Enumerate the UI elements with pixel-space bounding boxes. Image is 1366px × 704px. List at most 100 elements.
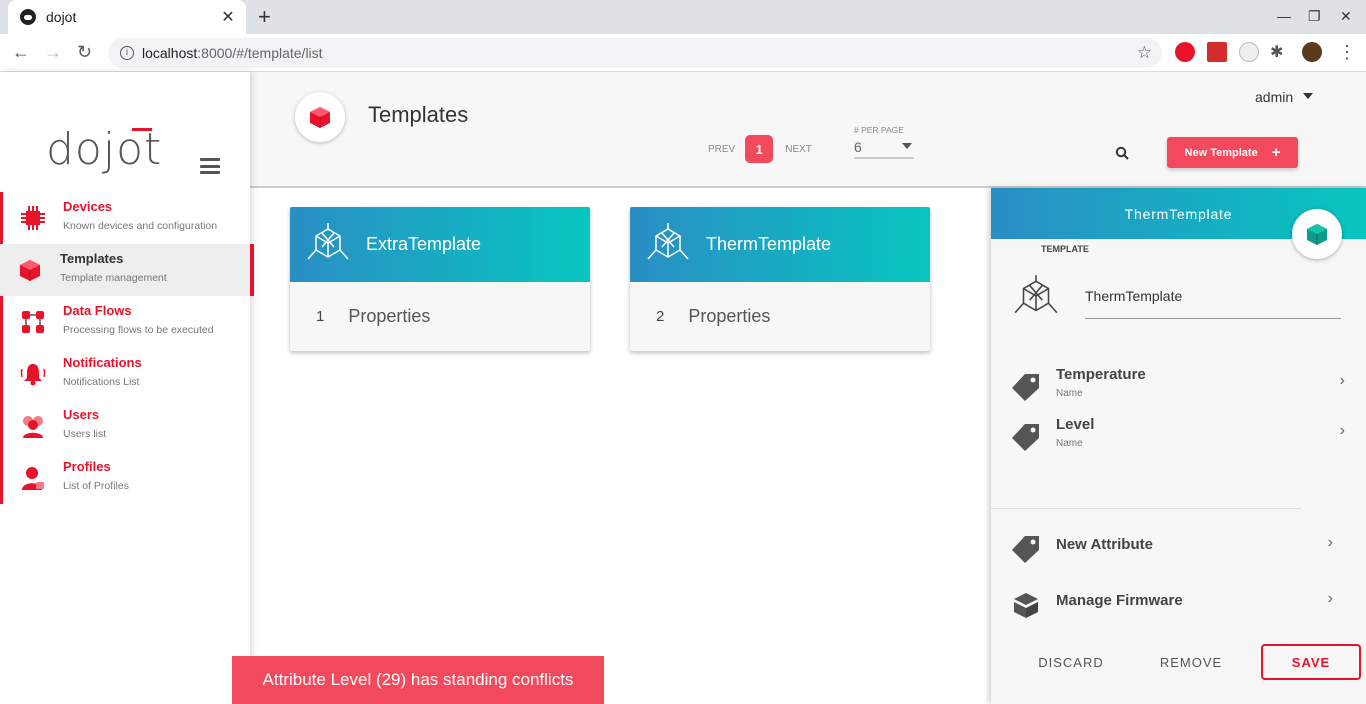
attribute-sub: Name <box>1056 438 1083 449</box>
chevron-right-icon: › <box>1339 422 1345 439</box>
extension-icon[interactable] <box>1207 42 1227 62</box>
sidebar-item-label: Notifications <box>63 355 142 370</box>
browser-tab[interactable]: dojot ✕ <box>8 0 246 34</box>
per-page-value[interactable]: 6 <box>854 139 914 159</box>
sidebar-item-templates[interactable]: Templates Template management <box>0 244 254 296</box>
card-title: ThermTemplate <box>706 234 832 254</box>
remove-button[interactable]: REMOVE <box>1151 644 1231 680</box>
sidebar-item-data-flows[interactable]: Data Flows Processing flows to be execut… <box>0 296 250 348</box>
save-button[interactable]: SAVE <box>1261 644 1361 680</box>
tag-icon <box>1012 536 1039 563</box>
sidebar-item-users[interactable]: Users Users list <box>0 400 250 452</box>
divider <box>991 508 1301 509</box>
tag-icon <box>1012 374 1039 401</box>
sidebar-item-sub: List of Profiles <box>63 480 129 492</box>
browser-tabbar: dojot ✕ + — ❐ ✕ <box>0 0 1366 34</box>
attribute-name: Temperature <box>1056 366 1146 383</box>
tag-icon <box>1012 424 1039 451</box>
prev-button[interactable]: PREV <box>708 144 735 155</box>
browser-toolbar: ← → ↻ i localhost:8000/#/template/list ☆… <box>0 34 1366 72</box>
property-count: 2 <box>656 308 665 325</box>
search-icon[interactable] <box>1115 146 1129 160</box>
restore-icon[interactable]: ❐ <box>1308 8 1321 25</box>
new-template-button[interactable]: New Template + <box>1167 137 1298 168</box>
page-title: Templates <box>368 102 469 127</box>
sidebar-item-sub: Template management <box>60 272 167 284</box>
dojot-favicon-icon <box>20 9 36 25</box>
close-tab-icon[interactable]: ✕ <box>218 7 238 27</box>
chevron-right-icon: › <box>1339 372 1345 389</box>
next-button[interactable]: NEXT <box>785 144 812 155</box>
conflict-toast: Attribute Level (29) has standing confli… <box>232 656 604 704</box>
url-path: :8000/#/template/list <box>197 45 323 61</box>
card-title: ExtraTemplate <box>366 234 482 254</box>
properties-label: Properties <box>348 306 431 326</box>
panel-cube-icon <box>1292 209 1342 259</box>
sidebar-item-sub: Processing flows to be executed <box>63 324 214 336</box>
attribute-item[interactable]: Level Name › <box>1011 416 1351 456</box>
sidebar-item-label: Users <box>63 407 100 422</box>
adblock-extension-icon[interactable] <box>1175 42 1195 62</box>
per-page-label: # PER PAGE <box>854 125 904 135</box>
sidebar-item-sub: Known devices and configuration <box>63 220 218 232</box>
current-page-button[interactable]: 1 <box>745 135 774 163</box>
template-cube-icon <box>1014 275 1058 314</box>
new-attribute-button[interactable]: New Attribute › <box>1011 528 1351 568</box>
tab-title: dojot <box>46 9 77 25</box>
template-detail-panel: ThermTemplate TEMPLATE ThermTemplate Tem… <box>991 188 1366 704</box>
hamburger-menu-icon[interactable] <box>200 158 220 174</box>
card-header: ThermTemplate <box>630 207 930 282</box>
property-count: 1 <box>316 308 325 325</box>
back-icon[interactable]: ← <box>12 42 30 63</box>
template-section-label: TEMPLATE <box>1041 244 1089 254</box>
user-menu[interactable]: admin <box>1255 89 1314 105</box>
profile-icon <box>22 467 44 490</box>
template-card[interactable]: ExtraTemplate 1 Properties <box>290 207 590 351</box>
reload-icon[interactable]: ↻ <box>77 42 92 63</box>
card-header: ExtraTemplate <box>290 207 590 282</box>
sidebar-item-devices[interactable]: Devices Known devices and configuration <box>0 192 250 244</box>
dojot-logo: dojot <box>46 124 162 175</box>
sidebar-item-label: Devices <box>63 199 113 214</box>
browser-menu-icon[interactable]: ⋮ <box>1338 42 1356 63</box>
card-body: 2 Properties <box>630 282 930 351</box>
sidebar-item-label: Profiles <box>63 459 111 474</box>
template-card[interactable]: ThermTemplate 2 Properties <box>630 207 930 351</box>
page-header: Templates PREV 1 NEXT # PER PAGE 6 admin… <box>250 72 1366 188</box>
attribute-item[interactable]: Temperature Name › <box>1011 366 1351 406</box>
window-close-icon[interactable]: ✕ <box>1340 8 1352 25</box>
firmware-box-icon <box>1014 593 1038 618</box>
sidebar-item-notifications[interactable]: Notifications Notifications List <box>0 348 250 400</box>
extension-clock-icon[interactable] <box>1239 42 1259 62</box>
template-cube-icon <box>647 222 689 259</box>
manage-firmware-button[interactable]: Manage Firmware › <box>1011 584 1351 624</box>
new-tab-icon[interactable]: + <box>258 4 271 30</box>
template-name-field[interactable]: ThermTemplate <box>1085 288 1341 319</box>
templates-icon <box>20 260 40 281</box>
properties-label: Properties <box>688 306 771 326</box>
sidebar-item-label: Data Flows <box>63 303 132 318</box>
logo-text: dojot <box>46 124 163 175</box>
chevron-right-icon: › <box>1327 534 1333 551</box>
caret-down-icon <box>1303 92 1314 104</box>
address-bar[interactable]: i localhost:8000/#/template/list ☆ <box>108 38 1162 68</box>
card-body: 1 Properties <box>290 282 590 351</box>
sidebar-item-sub: Notifications List <box>63 376 140 388</box>
url-host: localhost <box>142 45 198 61</box>
bell-icon <box>20 364 46 386</box>
chevron-right-icon: › <box>1327 590 1333 607</box>
minimize-icon[interactable]: — <box>1277 8 1291 24</box>
forward-icon[interactable]: → <box>44 42 62 63</box>
template-cube-icon <box>307 222 349 259</box>
per-page-select[interactable]: # PER PAGE 6 <box>854 125 914 159</box>
discard-button[interactable]: DISCARD <box>1031 644 1111 680</box>
profile-avatar[interactable] <box>1302 42 1322 62</box>
extensions-puzzle-icon[interactable]: ✱ <box>1270 42 1283 62</box>
sidebar-item-profiles[interactable]: Profiles List of Profiles <box>0 452 250 504</box>
sidebar-item-label: Templates <box>60 251 124 266</box>
site-info-icon[interactable]: i <box>120 46 134 60</box>
manage-firmware-label: Manage Firmware <box>1056 592 1183 609</box>
flows-icon <box>22 311 44 333</box>
new-attribute-label: New Attribute <box>1056 536 1153 553</box>
bookmark-star-icon[interactable]: ☆ <box>1137 43 1152 63</box>
